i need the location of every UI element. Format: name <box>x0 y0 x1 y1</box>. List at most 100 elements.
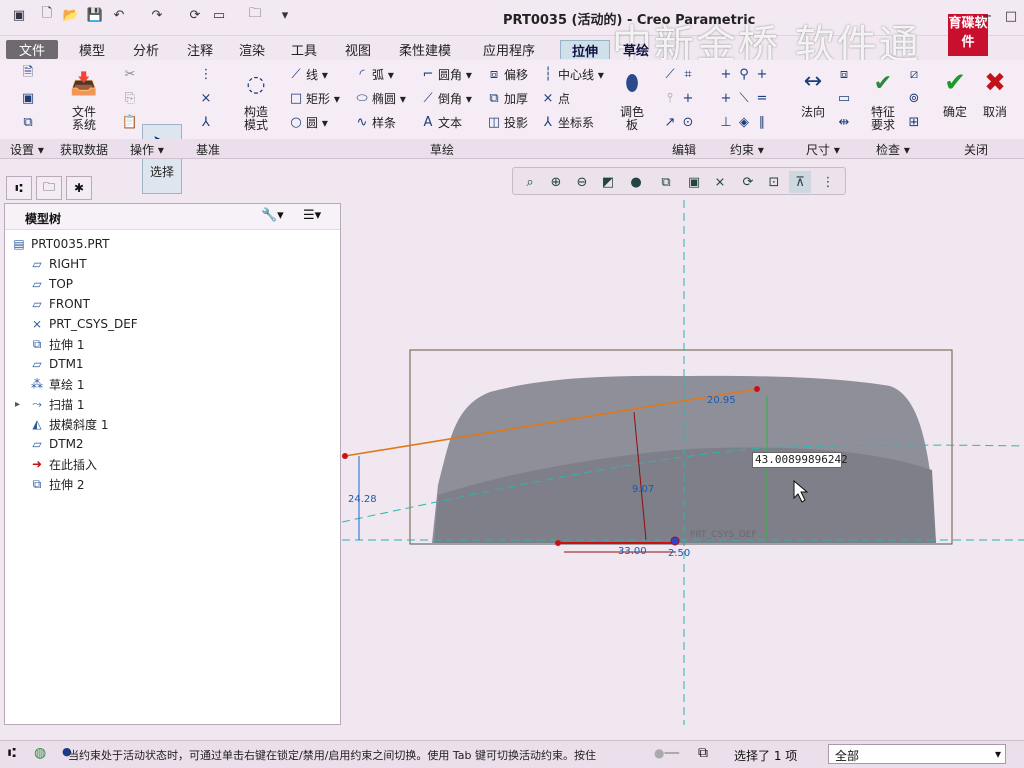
dimension-9-07[interactable]: 9.07 <box>632 484 654 495</box>
baseline-icon[interactable]: ⇹ <box>836 114 854 130</box>
tab-view[interactable]: 视图 <box>338 40 378 59</box>
tab-render[interactable]: 渲染 <box>232 40 272 59</box>
tree-item[interactable]: ▸ ⤳ 扫描 1 <box>15 395 84 413</box>
customize-icon[interactable]: ▾ <box>276 6 294 24</box>
horizontal-constraint-icon[interactable]: + ⟍ = <box>718 90 772 106</box>
tree-item[interactable]: ▱ DTM2 <box>29 435 83 453</box>
refit-icon[interactable]: ⌕ <box>519 171 541 193</box>
saved-orientations-icon[interactable]: ⧉ <box>655 171 677 193</box>
regenerate-icon[interactable]: ⟳ <box>186 6 204 24</box>
tree-toggle-icon[interactable]: ⑆ <box>8 746 16 761</box>
graphics-area[interactable]: 24.28 9.07 20.95 33.00 2.50 PRT_CSYS_DEF <box>342 200 1024 725</box>
tab-extrude[interactable]: 拉伸 <box>560 40 610 60</box>
construct-mode-icon[interactable]: ◌ <box>238 66 274 102</box>
point-datum-icon[interactable]: × <box>198 90 216 106</box>
thicken-tool[interactable]: ⧉ 加厚 <box>486 90 528 107</box>
expand-arrow-icon[interactable]: ▸ <box>15 399 20 410</box>
csys-datum-icon[interactable]: ⅄ <box>198 114 216 130</box>
paste-icon[interactable]: 📋 <box>122 114 140 130</box>
circle-tool[interactable]: ○ 圆 ▾ <box>288 114 328 131</box>
sketch-view-icon-toolbar[interactable]: ⊼ <box>789 171 811 193</box>
normal-dimension-icon[interactable]: ↔ <box>796 66 830 96</box>
tree-item[interactable]: ▱ RIGHT <box>29 255 86 273</box>
sketch-view-icon[interactable]: ⧉ <box>20 114 38 130</box>
project-tool[interactable]: ◫ 投影 <box>486 114 528 131</box>
file-system-icon[interactable]: 📥 <box>66 66 102 102</box>
tab-file[interactable]: 文件 <box>6 40 58 59</box>
fillet-tool[interactable]: ⌐ 圆角 ▾ <box>420 66 472 83</box>
tree-item[interactable]: ➜ 在此插入 <box>29 455 97 473</box>
ok-label[interactable]: 确定 <box>936 106 974 119</box>
group-operations[interactable]: 操作 ▾ <box>130 141 164 158</box>
text-tool[interactable]: A 文本 <box>420 114 462 131</box>
tab-tools[interactable]: 工具 <box>284 40 324 59</box>
cut-icon[interactable]: ✂ <box>122 66 140 82</box>
palette-icon[interactable]: ⬮ <box>614 64 650 102</box>
tree-item[interactable]: ▱ TOP <box>29 275 73 293</box>
sketch-setup-icon[interactable]: 🗎 <box>20 65 38 82</box>
undo-icon[interactable]: ↶ <box>110 6 128 24</box>
vertical-constraint-icon[interactable]: + ⚲ + <box>718 66 772 82</box>
feature-requirements-icon[interactable]: ✔ <box>866 66 900 100</box>
shade-closed-loops-icon[interactable]: ⊞ <box>906 114 924 130</box>
redo-icon[interactable]: ↷ <box>148 6 166 24</box>
maximize-button[interactable]: □ <box>1000 6 1022 26</box>
spline-tool[interactable]: ∿ 样条 <box>354 114 396 131</box>
line-tool[interactable]: ⟋ 线 ▾ <box>288 66 327 83</box>
point-tool[interactable]: × 点 <box>540 90 570 107</box>
endpoint-right[interactable] <box>754 386 760 392</box>
ok-check-icon[interactable]: ✔ <box>940 66 970 100</box>
origin-point[interactable] <box>670 536 680 546</box>
sketcher-display-icon[interactable]: ⋮ <box>817 171 839 193</box>
zoom-in-icon[interactable]: ⊕ <box>545 171 567 193</box>
dimension-33-00[interactable]: 33.00 <box>618 546 647 557</box>
coordsys-tool[interactable]: ⅄ 坐标系 <box>540 114 594 131</box>
overlapping-icon[interactable]: ⧄ <box>906 66 924 82</box>
reference-icon[interactable]: ▣ <box>20 90 38 106</box>
mirror-icon[interactable]: ⫯ + <box>662 90 698 106</box>
endpoint-base[interactable] <box>555 540 561 546</box>
tree-item[interactable]: ⧉ 拉伸 2 <box>29 475 85 493</box>
close-window-icon[interactable]: 🗀 <box>246 6 264 24</box>
group-inspect[interactable]: 检查 ▾ <box>876 141 910 158</box>
selection-filter-dropdown[interactable]: 全部 ▾ <box>828 744 1006 764</box>
browser-toggle-icon[interactable]: ◍ <box>34 745 46 761</box>
cancel-x-icon[interactable]: ✖ <box>980 66 1010 100</box>
datum-display-icon[interactable]: ⨯ <box>709 171 731 193</box>
reference-dim-icon[interactable]: ▭ <box>836 90 854 106</box>
rotate-resize-icon[interactable]: ↗ ⊙ <box>662 114 698 130</box>
tree-item[interactable]: ▱ DTM1 <box>29 355 83 373</box>
group-settings[interactable]: 设置 ▾ <box>10 141 44 158</box>
tab-analysis[interactable]: 分析 <box>126 40 166 59</box>
arc-tool[interactable]: ◜ 弧 ▾ <box>354 66 393 83</box>
tab-applications[interactable]: 应用程序 <box>474 40 544 59</box>
smart-filter-icon[interactable]: ⧉ <box>698 745 708 761</box>
tab-annotate[interactable]: 注释 <box>180 40 220 59</box>
new-file-icon[interactable]: 🗋 <box>38 6 56 24</box>
spin-center-icon[interactable]: ⟳ <box>737 171 759 193</box>
tree-item[interactable]: ▱ FRONT <box>29 295 90 313</box>
annotation-display-icon[interactable]: ⊡ <box>763 171 785 193</box>
display-style-icon[interactable]: ● <box>625 171 647 193</box>
dimension-2-50[interactable]: 2.50 <box>668 548 690 559</box>
open-icon[interactable]: 📂 <box>62 6 80 24</box>
dimension-edit-box[interactable]: 43.00899896242 <box>752 452 848 468</box>
tree-item[interactable]: ⨯ PRT_CSYS_DEF <box>29 315 138 333</box>
endpoint-left[interactable] <box>342 453 348 459</box>
perimeter-icon[interactable]: ⧈ <box>836 66 854 82</box>
save-icon[interactable]: 💾 <box>86 6 104 24</box>
highlight-open-ends-icon[interactable]: ⊚ <box>906 90 924 106</box>
centerline-datum-icon[interactable]: ⋮ <box>198 66 216 82</box>
centerline-tool[interactable]: ┆ 中心线 ▾ <box>540 66 604 83</box>
group-dimension[interactable]: 尺寸 ▾ <box>806 141 840 158</box>
zoom-out-icon[interactable]: ⊖ <box>571 171 593 193</box>
cancel-label[interactable]: 取消 <box>976 106 1014 119</box>
dimension-20-95[interactable]: 20.95 <box>707 395 736 406</box>
tree-item[interactable]: ◭ 拔模斜度 1 <box>29 415 108 433</box>
tab-model[interactable]: 模型 <box>72 40 112 59</box>
model-tree-tab-icon[interactable]: ⑆ <box>6 176 32 200</box>
modify-icon[interactable]: ⟋ ⌗ <box>662 66 698 82</box>
minimize-button[interactable]: − <box>976 6 998 26</box>
favorites-tab-icon[interactable]: ✱ <box>66 176 92 200</box>
dimension-24-28[interactable]: 24.28 <box>348 494 377 505</box>
